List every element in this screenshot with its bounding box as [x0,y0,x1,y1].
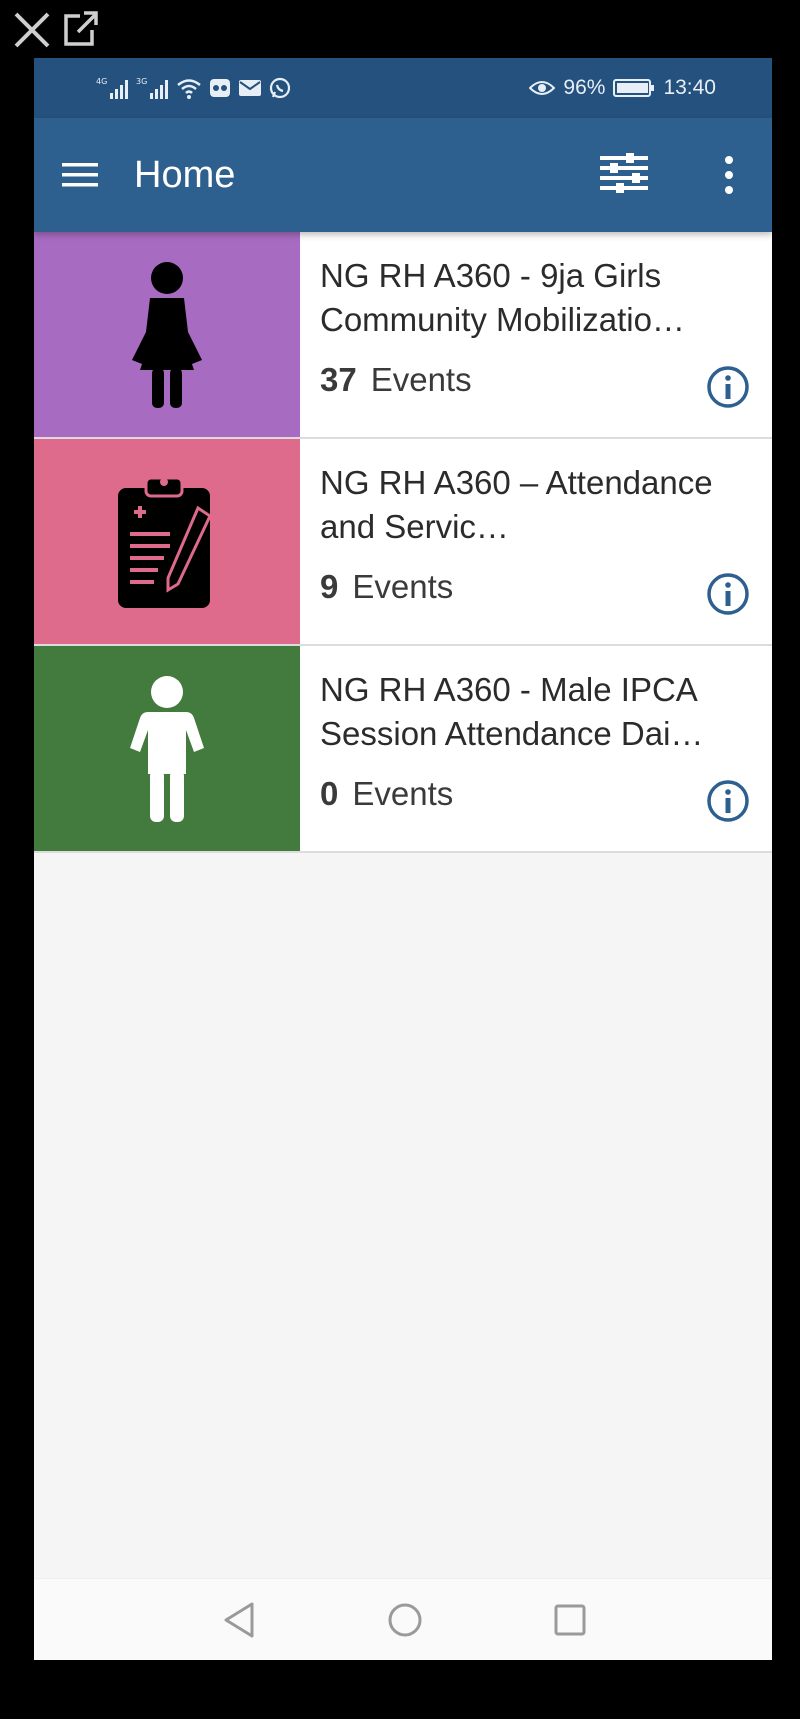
program-title: NG RH A360 – Attendance and Servic… [320,464,713,545]
female-person-icon [132,261,202,408]
event-count-row: 0 Events [320,772,752,816]
event-count: 0 [320,775,339,812]
event-count-label: Events [352,568,454,605]
program-card-body: NG RH A360 - 9ja Girls Community Mobiliz… [300,232,772,437]
program-title: NG RH A360 - Male IPCA Session Attendanc… [320,671,704,752]
system-nav-bar [34,1578,772,1660]
eye-icon [529,81,556,95]
home-circle-icon[interactable] [384,1599,426,1641]
event-count-row: 9 Events [320,565,752,609]
status-icons-left: 4G 3G [96,74,292,102]
program-list: NG RH A360 - 9ja Girls Community Mobiliz… [34,232,772,853]
program-icon-tile [34,646,300,851]
svg-text:3G: 3G [136,77,147,86]
close-icon[interactable] [12,10,52,50]
info-icon[interactable] [706,779,750,823]
clipboard-pencil-icon [118,476,212,608]
program-card-body: NG RH A360 - Male IPCA Session Attendanc… [300,646,772,851]
program-card[interactable]: NG RH A360 - 9ja Girls Community Mobiliz… [34,232,772,439]
signal-3g-icon: 3G [136,77,168,99]
more-vertical-icon[interactable] [714,152,744,198]
mail-icon [239,80,261,96]
event-count-row: 37 Events [320,358,752,402]
program-icon-tile [34,439,300,644]
status-time: 13:40 [663,76,716,99]
back-triangle-icon[interactable] [220,1599,260,1641]
vpn-icon [210,79,230,97]
page-title: Home [134,154,236,196]
recent-apps-square-icon[interactable] [550,1599,590,1641]
program-card[interactable]: NG RH A360 – Attendance and Servic… 9 Eve… [34,439,772,646]
battery-percent: 96% [563,76,606,99]
status-icons-right: 96% 13:40 [529,74,716,102]
app-bar: Home [34,118,772,232]
phone-screen: 4G 3G 96% 13:40 Home NG RH A360 - 9ja Gi… [34,58,772,1660]
svg-text:4G: 4G [96,77,107,86]
program-title: NG RH A360 - 9ja Girls Community Mobiliz… [320,257,685,338]
info-icon[interactable] [706,572,750,616]
event-count-label: Events [352,775,454,812]
filter-icon[interactable] [596,152,652,198]
signal-4g-icon: 4G [96,77,128,99]
male-person-icon [130,675,204,822]
event-count-label: Events [370,361,472,398]
whatsapp-icon [269,77,291,99]
status-bar: 4G 3G 96% 13:40 [34,58,772,118]
program-icon-tile [34,232,300,437]
program-card[interactable]: NG RH A360 - Male IPCA Session Attendanc… [34,646,772,853]
event-count: 37 [320,361,357,398]
battery-icon [613,79,655,97]
wifi-icon [177,79,201,99]
hamburger-menu-icon[interactable] [60,154,102,196]
event-count: 9 [320,568,339,605]
info-icon[interactable] [706,365,750,409]
open-external-icon[interactable] [60,8,100,48]
program-card-body: NG RH A360 – Attendance and Servic… 9 Eve… [300,439,772,644]
